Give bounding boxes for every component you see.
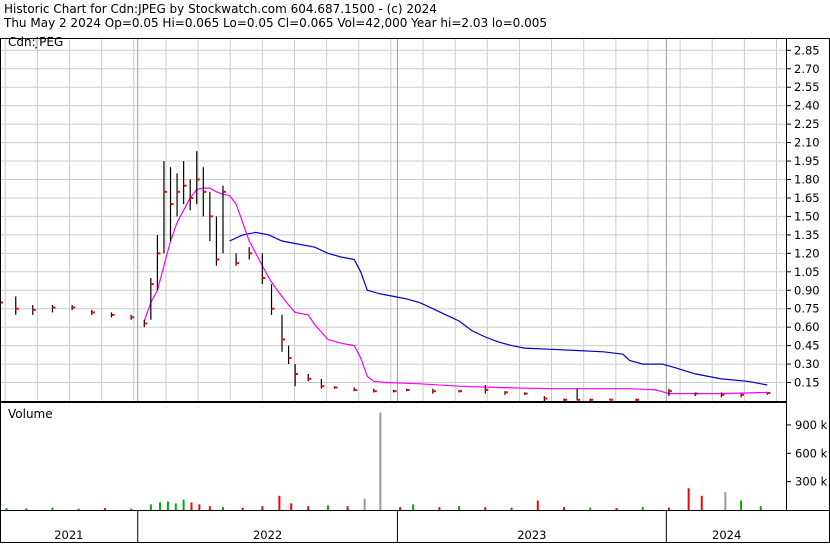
volume-bar bbox=[615, 508, 617, 510]
volume-bar bbox=[563, 507, 565, 510]
volume-bar bbox=[412, 504, 414, 510]
price-tick-label: 1.95 bbox=[794, 154, 820, 168]
volume-bar bbox=[290, 503, 292, 510]
volume-bar bbox=[167, 501, 169, 510]
volume-bar bbox=[484, 507, 486, 510]
price-tick-label: 0.75 bbox=[794, 302, 820, 316]
volume-bar bbox=[760, 506, 762, 510]
volume-bar bbox=[6, 508, 8, 510]
price-panel-title: Cdn:JPEG bbox=[8, 35, 63, 49]
volume-bar bbox=[242, 508, 244, 510]
price-tick-label: 2.25 bbox=[794, 117, 820, 131]
volume-bar bbox=[51, 508, 53, 510]
volume-tick-label: 900 k bbox=[795, 418, 828, 432]
volume-bar bbox=[511, 508, 513, 510]
volume-bar bbox=[589, 508, 591, 510]
header-line-1: Historic Chart for Cdn:JPEG by Stockwatc… bbox=[4, 2, 437, 16]
volume-bar bbox=[175, 503, 177, 510]
price-tick-label: 1.05 bbox=[794, 265, 820, 279]
volume-bar bbox=[537, 501, 539, 510]
price-tick-label: 2.40 bbox=[794, 99, 820, 113]
volume-bar bbox=[327, 505, 329, 510]
price-tick-label: 2.85 bbox=[794, 43, 820, 57]
volume-bar bbox=[399, 507, 401, 510]
price-tick-label: 0.30 bbox=[794, 357, 820, 371]
price-tick-label: 1.50 bbox=[794, 209, 820, 223]
volume-bar bbox=[642, 507, 644, 510]
price-tick-label: 2.55 bbox=[794, 80, 820, 94]
volume-tick-label: 600 k bbox=[795, 446, 828, 460]
volume-bar bbox=[191, 502, 193, 510]
price-tick-label: 0.45 bbox=[794, 339, 820, 353]
volume-bar bbox=[307, 506, 309, 510]
price-tick-label: 1.35 bbox=[794, 228, 820, 242]
year-label: 2023 bbox=[517, 528, 546, 542]
price-tick-label: 1.65 bbox=[794, 191, 820, 205]
price-tick-label: 0.90 bbox=[794, 283, 820, 297]
volume-bar bbox=[347, 506, 349, 510]
year-label: 2021 bbox=[54, 528, 83, 542]
chart-svg: Historic Chart for Cdn:JPEG by Stockwatc… bbox=[0, 0, 830, 543]
volume-bar bbox=[364, 499, 366, 510]
volume-bar bbox=[458, 506, 460, 510]
volume-bar bbox=[668, 508, 670, 510]
volume-bar bbox=[278, 496, 280, 510]
volume-bar bbox=[198, 504, 200, 510]
volume-bar bbox=[740, 501, 742, 510]
year-label: 2022 bbox=[253, 528, 282, 542]
volume-tick-label: 300 k bbox=[795, 475, 828, 489]
volume-bar bbox=[159, 502, 161, 510]
price-tick-label: 1.20 bbox=[794, 246, 820, 260]
volume-bar bbox=[183, 500, 185, 510]
volume-bar bbox=[150, 504, 152, 510]
volume-bar bbox=[261, 506, 263, 510]
volume-bar bbox=[379, 413, 381, 510]
volume-bar bbox=[130, 509, 132, 510]
stock-chart: Historic Chart for Cdn:JPEG by Stockwatc… bbox=[0, 0, 830, 543]
price-tick-label: 0.15 bbox=[794, 376, 820, 390]
volume-bar bbox=[438, 507, 440, 510]
price-tick-label: 2.10 bbox=[794, 136, 820, 150]
volume-bar bbox=[724, 492, 726, 510]
volume-bar bbox=[209, 506, 211, 510]
year-label: 2024 bbox=[712, 528, 741, 542]
price-tick-label: 1.80 bbox=[794, 173, 820, 187]
volume-bar bbox=[701, 496, 703, 510]
price-tick-label: 0.60 bbox=[794, 320, 820, 334]
volume-panel-title: Volume bbox=[8, 407, 53, 421]
volume-bar bbox=[222, 507, 224, 510]
volume-bar bbox=[688, 488, 690, 510]
header-line-2: Thu May 2 2024 Op=0.05 Hi=0.065 Lo=0.05 … bbox=[3, 16, 547, 30]
price-tick-label: 2.70 bbox=[794, 62, 820, 76]
volume-bar bbox=[78, 509, 80, 510]
volume-bar bbox=[104, 508, 106, 510]
volume-bar bbox=[25, 509, 27, 510]
